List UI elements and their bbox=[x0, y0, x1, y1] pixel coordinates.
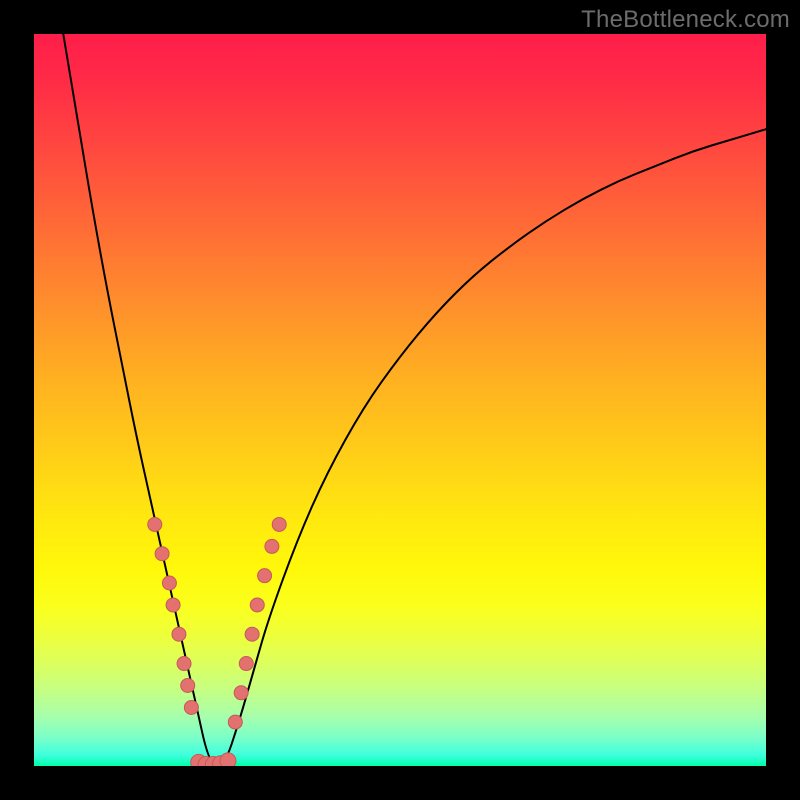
data-marker bbox=[250, 598, 264, 612]
data-marker bbox=[162, 576, 176, 590]
data-marker bbox=[245, 627, 259, 641]
data-marker bbox=[228, 715, 242, 729]
data-marker bbox=[177, 657, 191, 671]
watermark-text: TheBottleneck.com bbox=[581, 6, 790, 34]
data-marker bbox=[258, 569, 272, 583]
data-marker bbox=[184, 700, 198, 714]
data-marker bbox=[234, 686, 248, 700]
data-marker bbox=[181, 678, 195, 692]
marker-group bbox=[148, 517, 286, 766]
data-marker bbox=[166, 598, 180, 612]
data-marker bbox=[148, 517, 162, 531]
chart-svg bbox=[34, 34, 766, 766]
data-marker bbox=[220, 753, 236, 766]
data-marker bbox=[265, 539, 279, 553]
data-marker bbox=[172, 627, 186, 641]
chart-frame: TheBottleneck.com bbox=[0, 0, 800, 800]
data-marker bbox=[239, 657, 253, 671]
data-marker bbox=[272, 517, 286, 531]
data-marker bbox=[155, 547, 169, 561]
plot-area bbox=[34, 34, 766, 766]
bottleneck-curve bbox=[63, 34, 766, 766]
